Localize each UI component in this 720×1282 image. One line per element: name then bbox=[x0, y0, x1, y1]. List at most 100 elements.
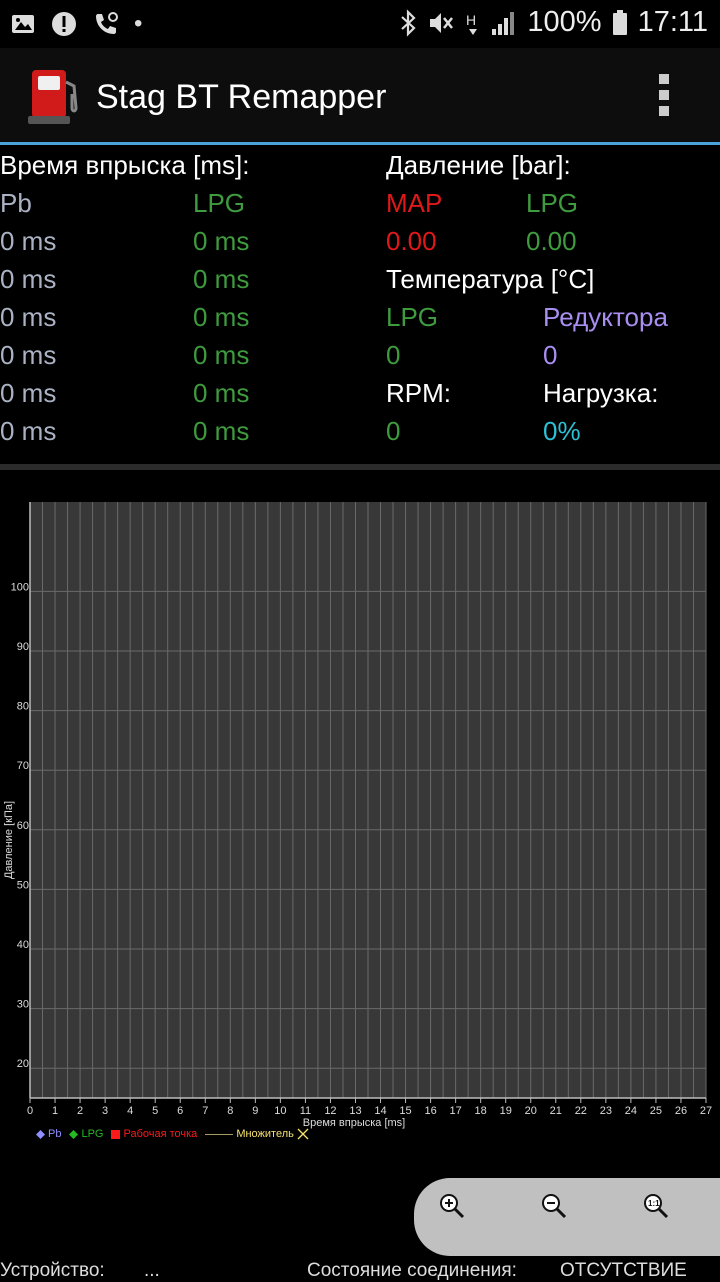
connection-footer: Устройство: ... Состояние соединения: ОТ… bbox=[0, 1258, 720, 1281]
x-tick-label: 27 bbox=[700, 1105, 712, 1117]
load-label: Нагрузка: bbox=[543, 378, 659, 408]
temperature-header: Температура [°C] bbox=[386, 264, 595, 294]
temperature-lpg-value: 0 bbox=[386, 340, 401, 370]
map-chart[interactable]: 0 1 2 3 4 5 6 7 8 9 10 11 12 13 14 15 16 17 18 19 20 21 22 23 24… bbox=[0, 470, 720, 1170]
x-tick-label: 21 bbox=[550, 1105, 562, 1117]
y-tick-label: 30 bbox=[17, 999, 29, 1011]
x-tick-label: 9 bbox=[252, 1105, 258, 1117]
battery-percent: 100% bbox=[527, 6, 602, 38]
x-tick-label: 8 bbox=[227, 1105, 233, 1117]
y-tick-label: 60 bbox=[17, 820, 29, 832]
x-tick-label: 5 bbox=[152, 1105, 158, 1117]
diamond-marker-icon bbox=[36, 1129, 45, 1139]
x-tick-label: 14 bbox=[374, 1105, 386, 1117]
signal-icon bbox=[492, 11, 515, 35]
legend-label-working-point: Рабочая точка bbox=[123, 1128, 198, 1140]
sensor-info-panel: Время впрыска [ms]: Pb LPG 0 ms 0 ms 0 m… bbox=[0, 146, 720, 464]
phone-icon bbox=[96, 12, 118, 34]
menu-dot-icon bbox=[659, 90, 669, 100]
pressure-map-label: MAP bbox=[386, 188, 443, 218]
x-tick-label: 12 bbox=[324, 1105, 336, 1117]
y-tick-label: 90 bbox=[17, 641, 29, 653]
temperature-reducer-label: Редуктора bbox=[543, 302, 668, 332]
injection-lpg-value: 0 ms bbox=[193, 226, 250, 256]
legend-item-multiplier: Множитель bbox=[205, 1128, 309, 1140]
legend-label-lpg: LPG bbox=[81, 1128, 104, 1140]
connection-label: Состояние соединения: bbox=[307, 1260, 517, 1281]
x-tick-label: 19 bbox=[500, 1105, 512, 1117]
y-tick-label: 50 bbox=[17, 879, 29, 891]
legend-label-multiplier: Множитель bbox=[236, 1128, 294, 1140]
x-tick-label: 10 bbox=[274, 1105, 286, 1117]
injection-lpg-value: 0 ms bbox=[193, 302, 250, 332]
zoom-reset-button[interactable]: 1:1 bbox=[642, 1192, 678, 1228]
chart-legend: Pb LPG Рабочая точка Множитель bbox=[36, 1128, 309, 1140]
x-tick-label: 26 bbox=[675, 1105, 687, 1117]
fuel-pump-icon bbox=[28, 70, 78, 124]
injection-header: Время впрыска [ms]: bbox=[0, 150, 250, 180]
x-tick-label: 24 bbox=[625, 1105, 637, 1117]
injection-pb-value: 0 ms bbox=[0, 302, 57, 332]
svg-text:H: H bbox=[466, 12, 476, 28]
network-h-icon: H bbox=[466, 12, 478, 35]
x-tick-label: 0 bbox=[27, 1105, 33, 1117]
x-tick-label: 4 bbox=[127, 1105, 133, 1117]
connection-status: ОТСУТСТВИЕ bbox=[560, 1260, 687, 1281]
injection-lpg-value: 0 ms bbox=[193, 378, 250, 408]
x-tick-label: 17 bbox=[450, 1105, 462, 1117]
status-bar: • H 100% 17:11 bbox=[0, 0, 720, 48]
chart-canvas[interactable]: 0 1 2 3 4 5 6 7 8 9 10 11 12 13 14 15 16 17 18 19 20 21 22 23 24… bbox=[0, 470, 720, 1170]
legend-item-lpg: LPG bbox=[69, 1128, 103, 1140]
menu-dot-icon bbox=[659, 74, 669, 84]
zoom-out-icon bbox=[542, 1194, 567, 1219]
y-tick-label: 40 bbox=[17, 939, 29, 951]
legend-item-working-point: Рабочая точка bbox=[111, 1128, 197, 1140]
rpm-value: 0 bbox=[386, 416, 401, 446]
x-axis-title: Время впрыска [ms] bbox=[303, 1117, 405, 1129]
device-label: Устройство: bbox=[0, 1260, 105, 1281]
y-axis-title: Давление [кПа] bbox=[3, 801, 15, 879]
overflow-menu-button[interactable] bbox=[652, 74, 676, 118]
temperature-lpg-label: LPG bbox=[386, 302, 439, 332]
x-tick-label: 20 bbox=[525, 1105, 537, 1117]
app-bar-divider bbox=[0, 142, 720, 145]
bluetooth-icon bbox=[401, 8, 416, 37]
x-tick-label: 2 bbox=[77, 1105, 83, 1117]
y-tick-label: 20 bbox=[17, 1058, 29, 1070]
legend-item-pb: Pb bbox=[36, 1128, 61, 1140]
app-title: Stag BT Remapper bbox=[96, 78, 387, 116]
zoom-out-button[interactable] bbox=[540, 1192, 576, 1228]
rpm-label: RPM: bbox=[386, 378, 451, 408]
x-tick-label: 22 bbox=[575, 1105, 587, 1117]
injection-pb-value: 0 ms bbox=[0, 340, 57, 370]
x-tick-label: 16 bbox=[424, 1105, 436, 1117]
load-value: 0% bbox=[543, 416, 581, 446]
y-tick-label: 70 bbox=[17, 760, 29, 772]
injection-col-lpg: LPG bbox=[193, 188, 246, 218]
x-tick-label: 6 bbox=[177, 1105, 183, 1117]
pressure-lpg-label: LPG bbox=[526, 188, 579, 218]
injection-lpg-value: 0 ms bbox=[193, 416, 250, 446]
image-icon bbox=[12, 15, 34, 33]
y-tick-label: 100 bbox=[11, 581, 29, 593]
injection-pb-value: 0 ms bbox=[0, 264, 57, 294]
zoom-controls: 1:1 bbox=[414, 1178, 720, 1256]
x-tick-label: 7 bbox=[202, 1105, 208, 1117]
zoom-in-button[interactable] bbox=[438, 1192, 474, 1228]
diamond-marker-icon bbox=[69, 1129, 79, 1139]
pressure-lpg-value: 0.00 bbox=[526, 226, 577, 256]
device-value: ... bbox=[144, 1260, 160, 1281]
clock: 17:11 bbox=[637, 6, 708, 38]
line-marker-icon bbox=[205, 1133, 234, 1135]
menu-dot-icon bbox=[659, 106, 669, 116]
x-tick-label: 23 bbox=[600, 1105, 612, 1117]
injection-lpg-value: 0 ms bbox=[193, 340, 250, 370]
x-tick-label: 1 bbox=[52, 1105, 58, 1117]
square-marker-icon bbox=[111, 1129, 121, 1139]
injection-pb-value: 0 ms bbox=[0, 378, 57, 408]
zoom-reset-icon: 1:1 bbox=[644, 1194, 669, 1219]
app-bar: Stag BT Remapper bbox=[0, 48, 720, 142]
y-tick-label: 80 bbox=[17, 701, 29, 713]
pressure-header: Давление [bar]: bbox=[386, 150, 571, 180]
x-tick-label: 11 bbox=[300, 1105, 311, 1117]
